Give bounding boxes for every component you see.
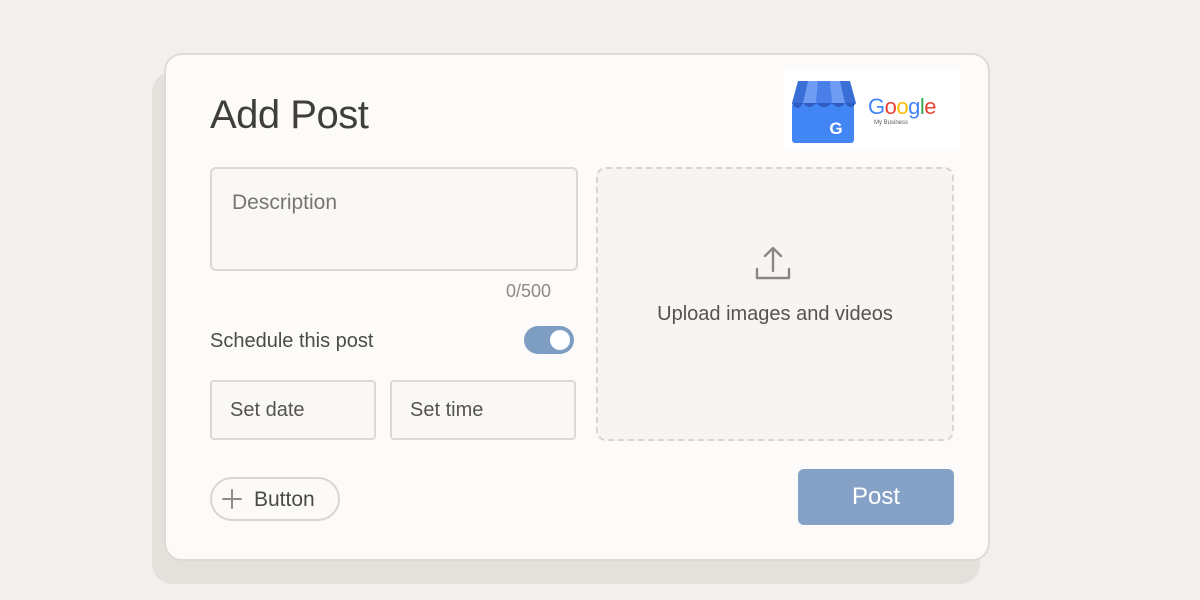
plus-icon: [222, 489, 242, 509]
description-placeholder: Description: [232, 191, 338, 214]
brand-letter: o: [884, 94, 897, 119]
description-textarea[interactable]: Description: [210, 167, 578, 271]
brand-letter: o: [896, 94, 909, 119]
character-counter: 0/500: [506, 281, 552, 301]
post-button[interactable]: Post: [798, 469, 954, 525]
schedule-label: Schedule this post: [210, 330, 374, 352]
page-title: Add Post: [210, 93, 369, 137]
brand-subtitle: My Business: [874, 120, 909, 126]
set-date-field[interactable]: Set date: [210, 380, 376, 440]
svg-text:G: G: [829, 119, 842, 138]
brand-wordmark: Google: [868, 94, 937, 120]
brand-letter: G: [868, 94, 885, 119]
set-date-label: Set date: [230, 399, 305, 421]
schedule-toggle[interactable]: [524, 326, 574, 354]
set-time-field[interactable]: Set time: [390, 380, 576, 440]
upload-label: Upload images and videos: [657, 303, 893, 325]
brand-letter: e: [924, 94, 937, 119]
store-icon: G: [792, 81, 856, 143]
add-post-card: Add Post G Google My Business Descriptio…: [164, 53, 990, 561]
brand-letter: g: [908, 94, 920, 119]
google-my-business-logo: G Google My Business: [784, 69, 960, 149]
set-time-label: Set time: [410, 399, 484, 421]
add-button[interactable]: Button: [210, 477, 340, 521]
post-button-label: Post: [851, 483, 901, 510]
toggle-knob: [550, 330, 570, 350]
add-button-label: Button: [254, 488, 315, 511]
upload-icon: [755, 246, 791, 280]
upload-dropzone[interactable]: Upload images and videos: [596, 167, 954, 441]
